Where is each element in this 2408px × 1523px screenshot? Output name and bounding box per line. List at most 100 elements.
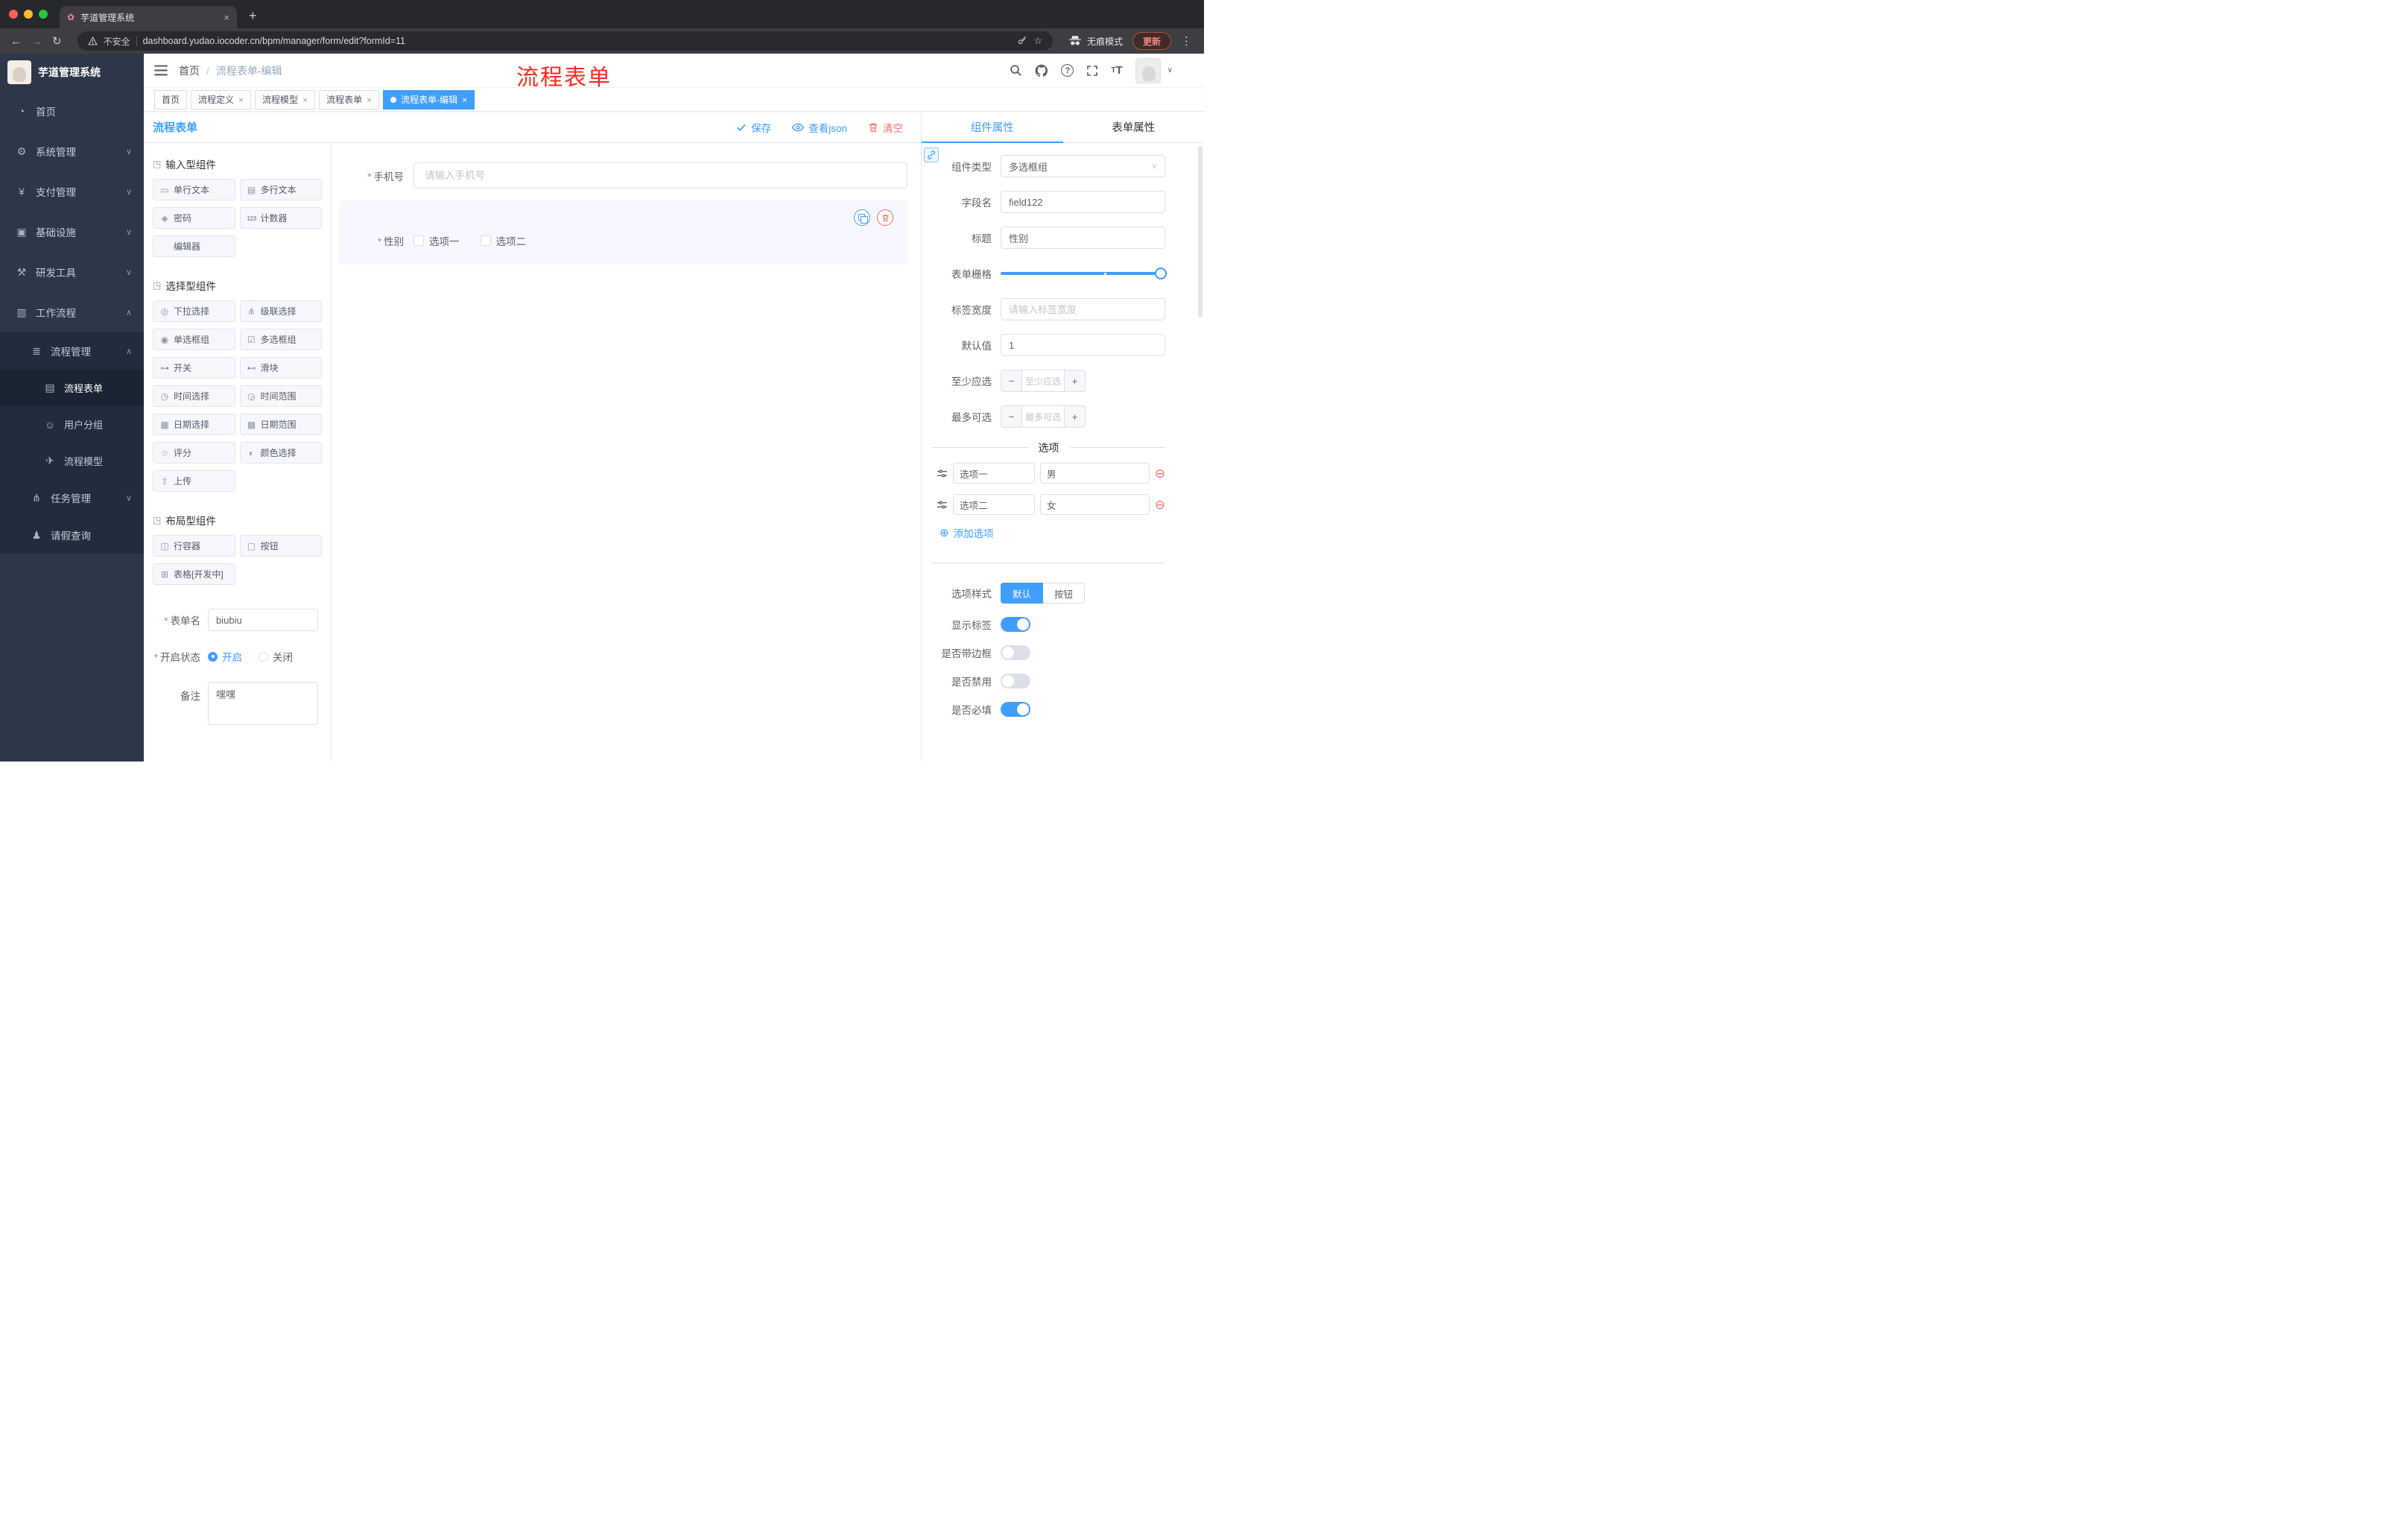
radio-off[interactable]: 关闭 [259,649,293,664]
component-item-date-range[interactable]: ▩ 日期范围 [239,414,322,435]
tab-close-icon[interactable]: × [224,12,229,23]
label-width-input[interactable] [1001,298,1165,320]
reload-button[interactable]: ↻ [52,36,62,47]
tag-process-definition[interactable]: 流程定义 × [191,89,252,110]
sidebar-item-process-management[interactable]: ≣ 流程管理 ∧ [0,332,144,370]
minus-button[interactable]: − [1001,370,1022,391]
component-item-editor[interactable]: 编辑器 [153,235,235,257]
sidebar-item-system[interactable]: ⚙ 系统管理 ∨ [0,131,144,171]
component-item-button[interactable]: ▢ 按钮 [239,535,322,557]
option-name-input[interactable] [953,494,1035,515]
drag-handle-icon[interactable] [937,468,948,479]
sidebar-item-user-group[interactable]: ☺ 用户分组 [0,406,144,443]
phone-field-row[interactable]: 手机号 [339,162,907,189]
tag-home[interactable]: 首页 [154,89,188,110]
bookmark-star-icon[interactable]: ☆ [1033,35,1042,47]
field-name-input[interactable] [1001,191,1165,213]
option-name-input[interactable] [953,463,1035,484]
component-item-switch[interactable]: ⊶ 开关 [153,357,235,379]
scrollbar[interactable] [1198,146,1203,317]
delete-widget-button[interactable] [877,209,893,226]
checkbox-box[interactable] [480,235,491,246]
component-item-password[interactable]: ◈ 密码 [153,207,235,229]
sidebar-logo[interactable]: 芋道管理系统 [0,54,144,91]
phone-input[interactable] [414,162,907,189]
browser-menu-icon[interactable]: ⋮ [1181,34,1192,48]
component-type-select[interactable]: 多选框组 ∨ [1001,155,1165,177]
component-item-date-picker[interactable]: ▦ 日期选择 [153,414,235,435]
avatar-caret-icon[interactable]: ∨ [1167,66,1173,75]
forward-button[interactable]: → [31,36,42,47]
min-select-value[interactable]: 至少应选 [1022,370,1064,391]
title-input[interactable] [1001,227,1165,249]
grid-slider[interactable] [1001,262,1167,285]
sidebar-item-leave-query[interactable]: ♟ 请假查询 [0,516,144,554]
close-window-button[interactable] [9,10,18,19]
gender-widget-selected[interactable]: 性别 选项一 选项二 [339,200,907,265]
show-label-toggle[interactable] [1001,617,1030,632]
component-item-row-container[interactable]: ◫ 行容器 [153,535,235,557]
update-button[interactable]: 更新 [1132,32,1171,50]
component-item-cascader[interactable]: ⋔ 级联选择 [239,300,322,322]
tag-process-form-edit[interactable]: 流程表单-编辑 × [383,89,475,110]
component-item-single-line-text[interactable]: ▭ 单行文本 [153,179,235,200]
checkbox-option-1[interactable]: 选项一 [414,233,460,248]
remove-option-icon[interactable]: ⊖ [1155,467,1165,480]
component-item-radio-group[interactable]: ◉ 单选框组 [153,329,235,350]
sidebar-item-workflow[interactable]: ▥ 工作流程 ∧ [0,292,144,332]
form-name-input[interactable] [208,609,318,631]
required-toggle[interactable] [1001,702,1030,717]
max-select-value[interactable]: 最多可选 [1022,406,1064,427]
remove-option-icon[interactable]: ⊖ [1155,498,1165,511]
security-label[interactable]: 不安全 [104,35,130,48]
drag-handle-icon[interactable] [937,499,948,510]
tag-process-model[interactable]: 流程模型 × [255,89,316,110]
save-button[interactable]: 保存 [736,120,771,135]
radio-on[interactable]: 开启 [208,649,242,664]
minus-button[interactable]: − [1001,406,1022,427]
plus-button[interactable]: + [1064,406,1085,427]
hamburger-icon[interactable] [154,65,168,76]
doc-link-button[interactable] [924,148,939,162]
tab-form-props[interactable]: 表单属性 [1063,112,1205,142]
sidebar-item-payment[interactable]: ¥ 支付管理 ∨ [0,171,144,212]
sidebar-item-process-form[interactable]: ▤ 流程表单 [0,370,144,406]
border-toggle[interactable] [1001,645,1030,660]
sidebar-item-infrastructure[interactable]: ▣ 基础设施 ∨ [0,212,144,252]
new-tab-button[interactable]: + [249,3,257,28]
add-option-link[interactable]: ⊕ 添加选项 [940,525,1165,540]
default-value-input[interactable] [1001,334,1165,356]
component-item-color-picker[interactable]: ◐ 颜色选择 [239,442,322,463]
close-icon[interactable]: × [302,95,308,104]
close-icon[interactable]: × [238,95,244,104]
close-icon[interactable]: × [462,95,467,104]
search-icon[interactable] [1010,64,1022,77]
component-item-rate[interactable]: ☆ 评分 [153,442,235,463]
component-item-time-picker[interactable]: ◷ 时间选择 [153,385,235,407]
component-item-counter[interactable]: 123 计数器 [239,207,322,229]
slider-handle[interactable] [1155,267,1167,279]
help-icon[interactable]: ? [1061,64,1074,77]
avatar[interactable] [1135,57,1161,83]
fullscreen-icon[interactable] [1086,65,1098,77]
close-icon[interactable]: × [367,95,372,104]
url-text[interactable]: dashboard.yudao.iocoder.cn/bpm/manager/f… [143,36,1012,46]
zoom-window-button[interactable] [39,10,48,19]
checkbox-box[interactable] [414,235,424,246]
component-item-select[interactable]: ◎ 下拉选择 [153,300,235,322]
tag-process-form[interactable]: 流程表单 × [319,89,380,110]
component-item-table[interactable]: ⊞ 表格[开发中] [153,563,235,585]
breadcrumb-home[interactable]: 首页 [179,63,200,78]
disabled-toggle[interactable] [1001,674,1030,688]
style-button-button[interactable]: 按钮 [1043,583,1086,604]
font-size-icon[interactable]: TT [1111,64,1122,77]
option-value-input[interactable] [1040,463,1150,484]
browser-tab[interactable]: ✿ 芋道管理系统 × [60,6,237,28]
checkbox-option-2[interactable]: 选项二 [480,233,526,248]
sidebar-item-task-management[interactable]: ⋔ 任务管理 ∨ [0,479,144,516]
component-item-upload[interactable]: ⇪ 上传 [153,470,235,492]
component-item-slider[interactable]: ⊷ 滑块 [239,357,322,379]
copy-widget-button[interactable] [854,209,870,226]
github-icon[interactable] [1035,64,1048,77]
component-item-multi-line-text[interactable]: ▤ 多行文本 [239,179,322,200]
